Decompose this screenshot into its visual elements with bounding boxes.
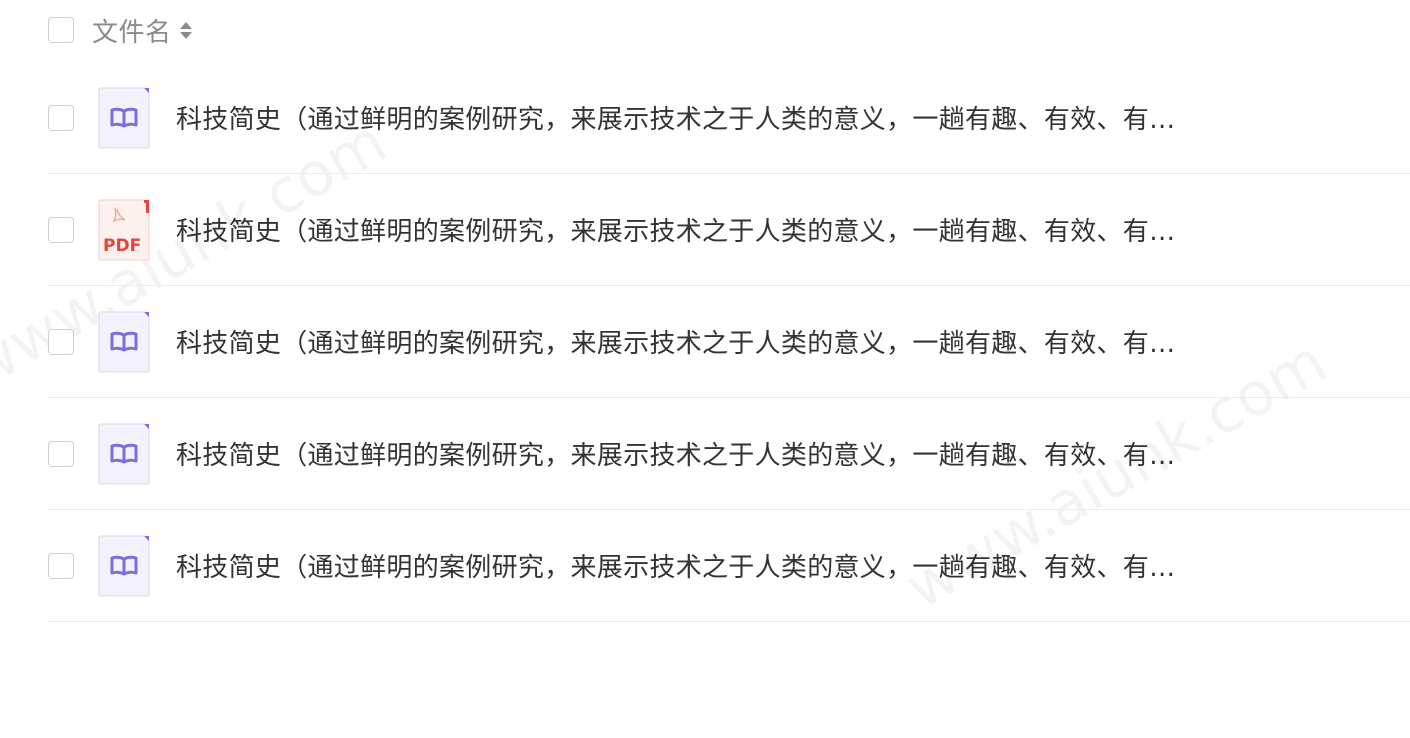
pdf-badge: PDF [103, 236, 141, 256]
file-table: 文件名 科技简史（通过鲜明的案例研究，来展示技术之于人类的意义，一趟有趣、有效、… [48, 0, 1410, 622]
table-row[interactable]: PDF 科技简史（通过鲜明的案例研究，来展示技术之于人类的意义，一趟有趣、有效、… [48, 174, 1410, 286]
table-row[interactable]: 科技简史（通过鲜明的案例研究，来展示技术之于人类的意义，一趟有趣、有效、有… [48, 286, 1410, 398]
row-checkbox[interactable] [48, 552, 74, 579]
column-header-filename[interactable]: 文件名 [92, 12, 172, 49]
row-checkbox[interactable] [48, 216, 74, 243]
file-name[interactable]: 科技简史（通过鲜明的案例研究，来展示技术之于人类的意义，一趟有趣、有效、有… [176, 547, 1175, 584]
row-checkbox[interactable] [48, 104, 74, 131]
pdf-file-icon: PDF [98, 198, 150, 261]
row-checkbox[interactable] [48, 440, 74, 467]
book-file-icon [98, 422, 150, 485]
table-row[interactable]: 科技简史（通过鲜明的案例研究，来展示技术之于人类的意义，一趟有趣、有效、有… [48, 62, 1410, 174]
sort-icon[interactable] [179, 21, 192, 39]
book-file-icon [98, 86, 150, 149]
book-file-icon [98, 310, 150, 373]
book-file-icon [98, 534, 150, 597]
table-row[interactable]: 科技简史（通过鲜明的案例研究，来展示技术之于人类的意义，一趟有趣、有效、有… [48, 398, 1410, 510]
file-name[interactable]: 科技简史（通过鲜明的案例研究，来展示技术之于人类的意义，一趟有趣、有效、有… [176, 99, 1175, 136]
table-row[interactable]: 科技简史（通过鲜明的案例研究，来展示技术之于人类的意义，一趟有趣、有效、有… [48, 510, 1410, 622]
file-name[interactable]: 科技简史（通过鲜明的案例研究，来展示技术之于人类的意义，一趟有趣、有效、有… [176, 211, 1175, 248]
row-checkbox[interactable] [48, 328, 74, 355]
table-header: 文件名 [48, 0, 1410, 62]
file-name[interactable]: 科技简史（通过鲜明的案例研究，来展示技术之于人类的意义，一趟有趣、有效、有… [176, 435, 1175, 472]
file-name[interactable]: 科技简史（通过鲜明的案例研究，来展示技术之于人类的意义，一趟有趣、有效、有… [176, 323, 1175, 360]
select-all-checkbox[interactable] [48, 17, 74, 43]
